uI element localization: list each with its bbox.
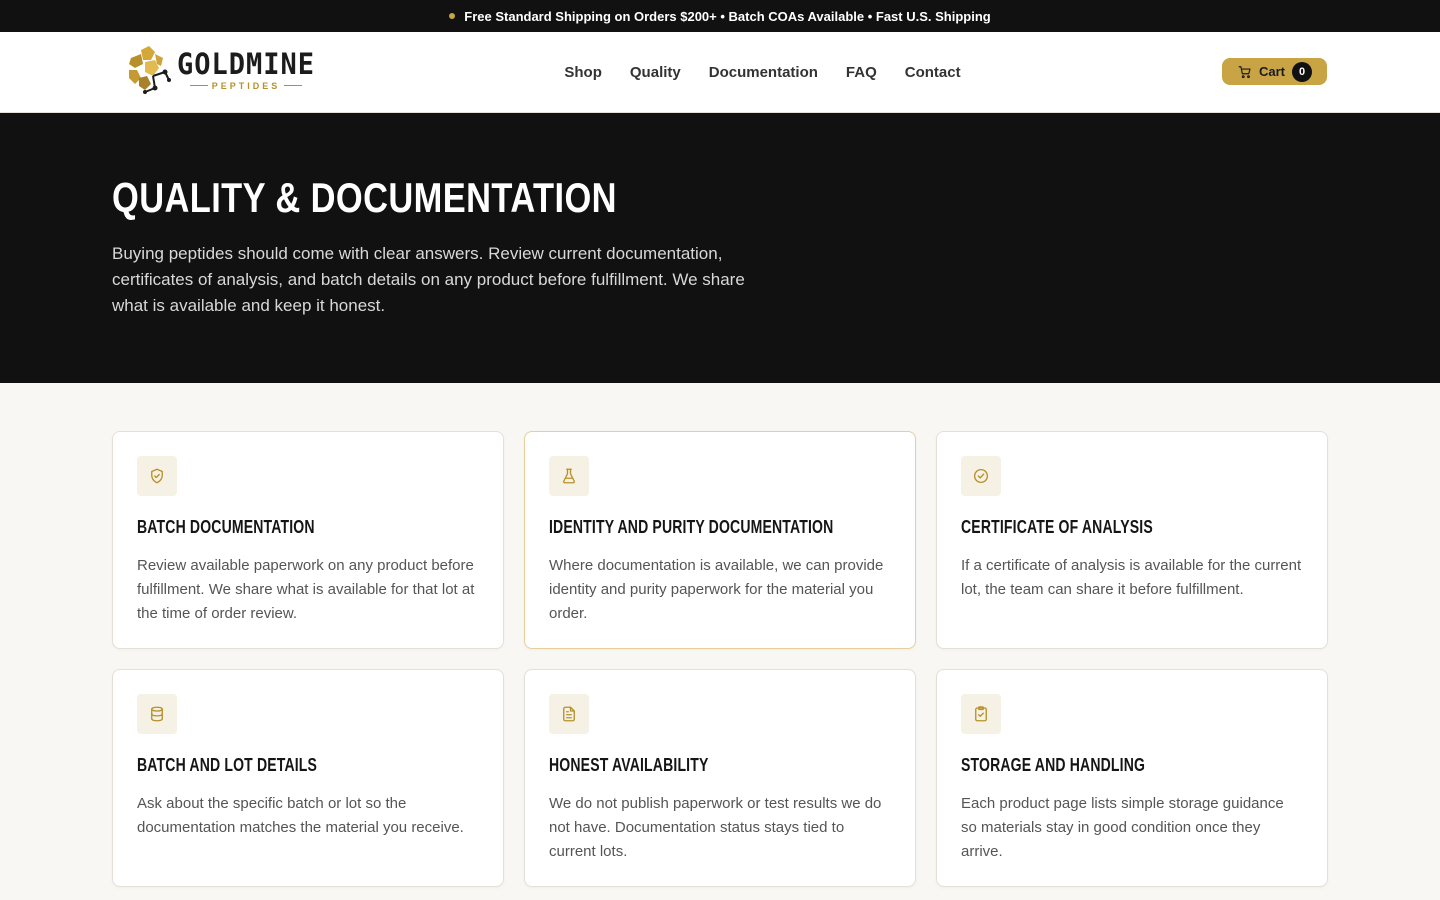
cart-icon bbox=[1238, 65, 1251, 78]
feature-title: HONEST AVAILABILITY bbox=[549, 755, 709, 775]
cart-button[interactable]: Cart 0 bbox=[1222, 58, 1327, 85]
flask-icon bbox=[563, 468, 575, 484]
feature-description: We do not publish paperwork or test resu… bbox=[549, 795, 882, 860]
feature-icon-box bbox=[549, 456, 589, 496]
page-title: QUALITY & DOCUMENTATION bbox=[112, 174, 617, 221]
feature-card-storage-handling: STORAGE AND HANDLING Each product page l… bbox=[936, 669, 1328, 887]
feature-grid: BATCH DOCUMENTATION Review available pap… bbox=[112, 431, 1328, 887]
cart-label: Cart bbox=[1259, 64, 1286, 79]
feature-icon-box bbox=[137, 456, 177, 496]
tagline-rule-left bbox=[189, 85, 208, 86]
logo[interactable]: GOLDMINE PEPTIDES bbox=[125, 46, 315, 94]
cart-count-badge: 0 bbox=[1292, 61, 1313, 82]
announcement-dot bbox=[449, 13, 456, 19]
brand-tagline-row: PEPTIDES bbox=[186, 81, 307, 91]
nav-faq[interactable]: FAQ bbox=[846, 64, 877, 81]
brand-tagline: PEPTIDES bbox=[211, 80, 281, 91]
feature-title: BATCH AND LOT DETAILS bbox=[137, 755, 318, 775]
feature-icon-box bbox=[137, 694, 177, 734]
feature-card-honest-availability: HONEST AVAILABILITY We do not publish pa… bbox=[524, 669, 916, 887]
feature-title: STORAGE AND HANDLING bbox=[961, 755, 1146, 775]
announcement-text: Free Standard Shipping on Orders $200+ •… bbox=[464, 8, 991, 24]
nav-documentation[interactable]: Documentation bbox=[709, 64, 818, 81]
feature-description: Ask about the specific batch or lot so t… bbox=[137, 795, 464, 836]
feature-description: If a certificate of analysis is availabl… bbox=[961, 557, 1302, 598]
feature-description: Each product page lists simple storage g… bbox=[961, 795, 1284, 860]
feature-icon-box bbox=[549, 694, 589, 734]
clipboard-check-icon bbox=[975, 706, 987, 722]
tagline-rule-right bbox=[284, 85, 303, 86]
site-header: GOLDMINE PEPTIDES Shop Quality Documenta… bbox=[0, 32, 1440, 113]
shield-icon bbox=[151, 468, 163, 484]
brand-name: GOLDMINE bbox=[177, 46, 316, 81]
nav-quality[interactable]: Quality bbox=[630, 64, 681, 81]
logo-mark-icon bbox=[129, 46, 171, 94]
hero-description: Buying peptides should come with clear a… bbox=[112, 244, 745, 315]
nav-contact[interactable]: Contact bbox=[905, 64, 961, 81]
announcement-bar: Free Standard Shipping on Orders $200+ •… bbox=[0, 0, 1440, 32]
nav-shop[interactable]: Shop bbox=[564, 64, 602, 81]
feature-card-identity-purity: IDENTITY AND PURITY DOCUMENTATION Where … bbox=[524, 431, 916, 649]
feature-card-batch-lot-details: BATCH AND LOT DETAILS Ask about the spec… bbox=[112, 669, 504, 887]
feature-card-batch-documentation: BATCH DOCUMENTATION Review available pap… bbox=[112, 431, 504, 649]
feature-icon-box bbox=[961, 694, 1001, 734]
feature-description: Review available paperwork on any produc… bbox=[137, 557, 475, 622]
document-icon bbox=[563, 706, 575, 722]
database-icon bbox=[151, 706, 163, 722]
feature-card-certificate-of-analysis: CERTIFICATE OF ANALYSIS If a certificate… bbox=[936, 431, 1328, 649]
feature-title: CERTIFICATE OF ANALYSIS bbox=[961, 517, 1153, 537]
feature-title: BATCH DOCUMENTATION bbox=[137, 517, 315, 537]
feature-icon-box bbox=[961, 456, 1001, 496]
badge-check-icon bbox=[973, 468, 989, 484]
hero-section: QUALITY & DOCUMENTATION Buying peptides … bbox=[0, 113, 1440, 383]
feature-description: Where documentation is available, we can… bbox=[549, 557, 884, 622]
feature-title: IDENTITY AND PURITY DOCUMENTATION bbox=[549, 517, 834, 537]
